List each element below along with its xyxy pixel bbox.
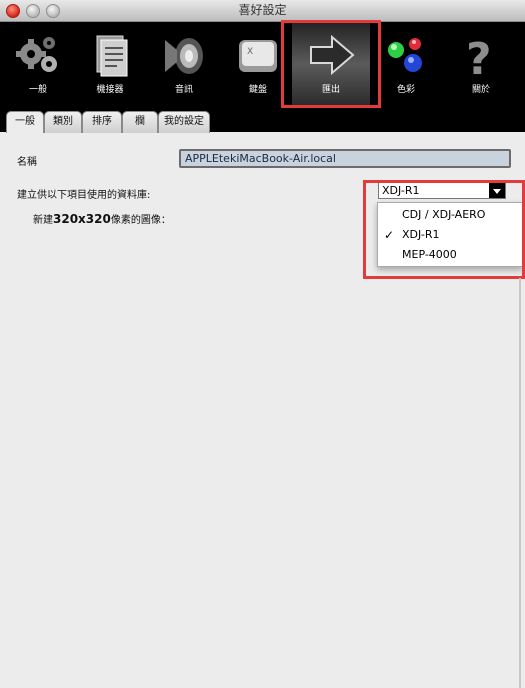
chevron-down-icon bbox=[489, 183, 505, 198]
gears-icon bbox=[16, 37, 57, 72]
color-balls-icon bbox=[388, 38, 422, 72]
window-title: 喜好設定 bbox=[238, 3, 287, 17]
toolbar-label-keyboard: 鍵盤 bbox=[248, 85, 267, 95]
thumbnail-label-prefix: 新建 bbox=[33, 215, 53, 226]
toolbar-label-device: 機接器 bbox=[96, 85, 124, 95]
tab-category[interactable]: 類別 bbox=[44, 111, 82, 133]
device-popup-menu: CDJ / XDJ-AERO ✓ XDJ-R1 MEP-4000 bbox=[377, 202, 523, 267]
menu-item-mep-4000[interactable]: MEP-4000 bbox=[378, 245, 522, 265]
checkmark-icon: ✓ bbox=[384, 228, 395, 242]
database-label: 建立供以下項目使用的資料庫: bbox=[17, 190, 151, 201]
menu-item-label: XDJ-R1 bbox=[402, 228, 440, 241]
tab-columns[interactable]: 欄 bbox=[122, 111, 158, 133]
name-field[interactable]: APPLEtekiMacBook-Air.local bbox=[179, 149, 511, 168]
menu-item-xdj-r1[interactable]: ✓ XDJ-R1 bbox=[378, 225, 522, 245]
arrow-right-icon bbox=[310, 34, 355, 76]
document-icon bbox=[96, 35, 128, 77]
key-icon: X bbox=[239, 40, 277, 72]
toolbar-item-device[interactable]: 機接器 bbox=[72, 22, 148, 106]
question-icon: ? bbox=[466, 34, 492, 80]
menu-item-label: CDJ / XDJ-AERO bbox=[402, 208, 486, 221]
svg-text:X: X bbox=[247, 47, 253, 57]
tab-sort[interactable]: 排序 bbox=[82, 111, 122, 133]
toolbar-item-keyboard[interactable]: X 鍵盤 bbox=[220, 22, 296, 106]
thumbnail-label: 新建320x320像素的圖像： bbox=[33, 211, 171, 226]
minimize-window-button[interactable] bbox=[26, 4, 40, 18]
zoom-window-button[interactable] bbox=[46, 4, 60, 18]
toolbar-item-export[interactable]: 匯出 bbox=[292, 22, 370, 106]
database-device-popup[interactable]: XDJ-R1 bbox=[378, 182, 506, 199]
divider bbox=[519, 278, 521, 688]
speaker-icon bbox=[165, 38, 203, 74]
close-window-button[interactable] bbox=[6, 4, 20, 18]
menu-item-cdj-xdj-aero[interactable]: CDJ / XDJ-AERO bbox=[378, 205, 522, 225]
toolbar-label-general: 一般 bbox=[28, 85, 47, 95]
thumbnail-label-size: 320x320 bbox=[53, 212, 111, 226]
toolbar-item-color[interactable]: 色彩 bbox=[368, 22, 444, 106]
toolbar-label-about: 關於 bbox=[471, 85, 490, 95]
tab-general[interactable]: 一般 bbox=[6, 111, 44, 133]
menu-item-label: MEP-4000 bbox=[402, 248, 457, 261]
svg-text:?: ? bbox=[466, 34, 492, 80]
toolbar-label-export: 匯出 bbox=[321, 85, 340, 95]
toolbar-label-audio: 音訊 bbox=[174, 85, 193, 95]
popup-selected-value: XDJ-R1 bbox=[382, 184, 420, 197]
tab-bar: 一般 類別 排序 欄 我的設定 bbox=[0, 108, 525, 133]
thumbnail-label-suffix: 像素的圖像： bbox=[110, 215, 171, 226]
name-label: 名稱 bbox=[17, 157, 37, 168]
toolbar-item-about[interactable]: ? 關於 bbox=[443, 22, 519, 106]
toolbar-label-color: 色彩 bbox=[396, 85, 415, 95]
toolbar-item-audio[interactable]: 音訊 bbox=[146, 22, 222, 106]
title-bar: 喜好設定 bbox=[0, 0, 525, 22]
tab-my-settings[interactable]: 我的設定 bbox=[158, 111, 210, 133]
toolbar-item-general[interactable]: 一般 bbox=[0, 22, 76, 106]
